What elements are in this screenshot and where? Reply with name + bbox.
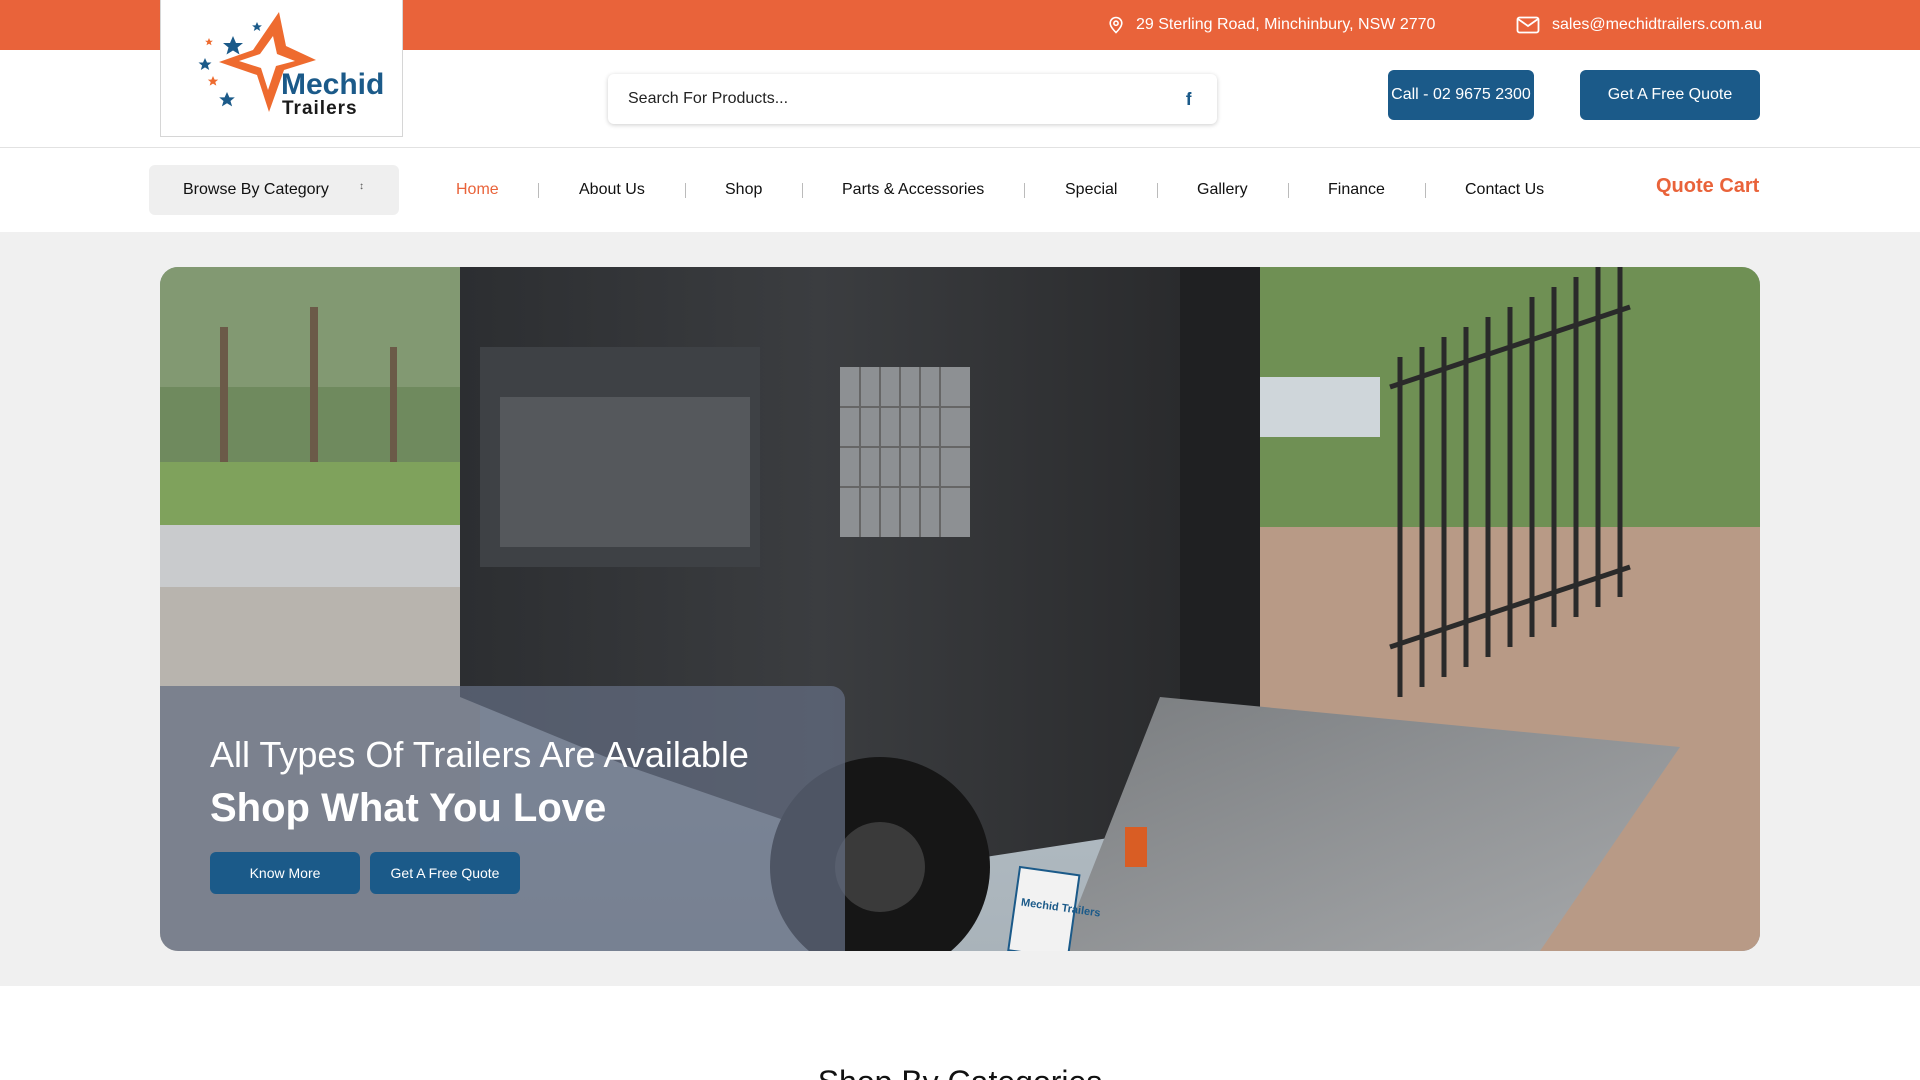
hero-subtitle: All Types Of Trailers Are Available	[210, 734, 749, 775]
email-info[interactable]: sales@mechidtrailers.com.au	[1516, 0, 1762, 50]
nav-separator	[1425, 183, 1426, 198]
nav-separator	[1157, 183, 1158, 198]
know-more-button[interactable]: Know More	[210, 852, 360, 894]
search-icon: 𝐟	[1185, 88, 1193, 109]
hero-title: Shop What You Love	[210, 786, 607, 830]
quote-cart-link[interactable]: Quote Cart	[1656, 175, 1759, 198]
nav-item-about-us[interactable]: About Us	[579, 165, 645, 215]
free-quote-button[interactable]: Get A Free Quote	[1580, 70, 1760, 120]
logo-wordmark-1: Mechid	[281, 68, 384, 101]
location-pin-icon	[1108, 16, 1124, 34]
search-input[interactable]	[608, 74, 1161, 124]
nav-item-contact-us[interactable]: Contact Us	[1465, 165, 1544, 215]
header-divider	[0, 147, 1920, 148]
nav-separator	[1024, 183, 1025, 198]
nav-item-gallery[interactable]: Gallery	[1197, 165, 1248, 215]
search-button[interactable]: 𝐟	[1161, 74, 1217, 124]
nav-item-finance[interactable]: Finance	[1328, 165, 1385, 215]
nav-separator	[538, 183, 539, 198]
nav-separator	[1288, 183, 1289, 198]
address-text: 29 Sterling Road, Minchinbury, NSW 2770	[1136, 16, 1436, 33]
nav-item-parts-accessories[interactable]: Parts & Accessories	[842, 165, 984, 215]
email-link[interactable]: sales@mechidtrailers.com.au	[1552, 16, 1762, 34]
nav-item-shop[interactable]: Shop	[725, 165, 762, 215]
call-button[interactable]: Call - 02 9675 2300	[1388, 70, 1534, 120]
nav-item-special[interactable]: Special	[1065, 165, 1117, 215]
main-nav: Home About Us Shop Parts & Accessories S…	[0, 165, 1920, 215]
nav-separator	[685, 183, 686, 198]
logo-wordmark-2: Trailers	[282, 98, 358, 119]
nav-item-home[interactable]: Home	[456, 165, 499, 215]
address-info: 29 Sterling Road, Minchinbury, NSW 2770	[1108, 0, 1435, 50]
nav-separator	[802, 183, 803, 198]
site-logo[interactable]: Mechid Trailers	[160, 0, 403, 137]
envelope-icon	[1516, 16, 1540, 34]
hero-text-panel: All Types Of Trailers Are Available Shop…	[160, 686, 845, 951]
hero-free-quote-button[interactable]: Get A Free Quote	[370, 852, 520, 894]
search-bar: 𝐟	[608, 74, 1217, 124]
section-title: Shop By Categories	[0, 1064, 1920, 1080]
hero-banner: Mechid Trailers All Types Of Trailers Ar…	[160, 267, 1760, 951]
